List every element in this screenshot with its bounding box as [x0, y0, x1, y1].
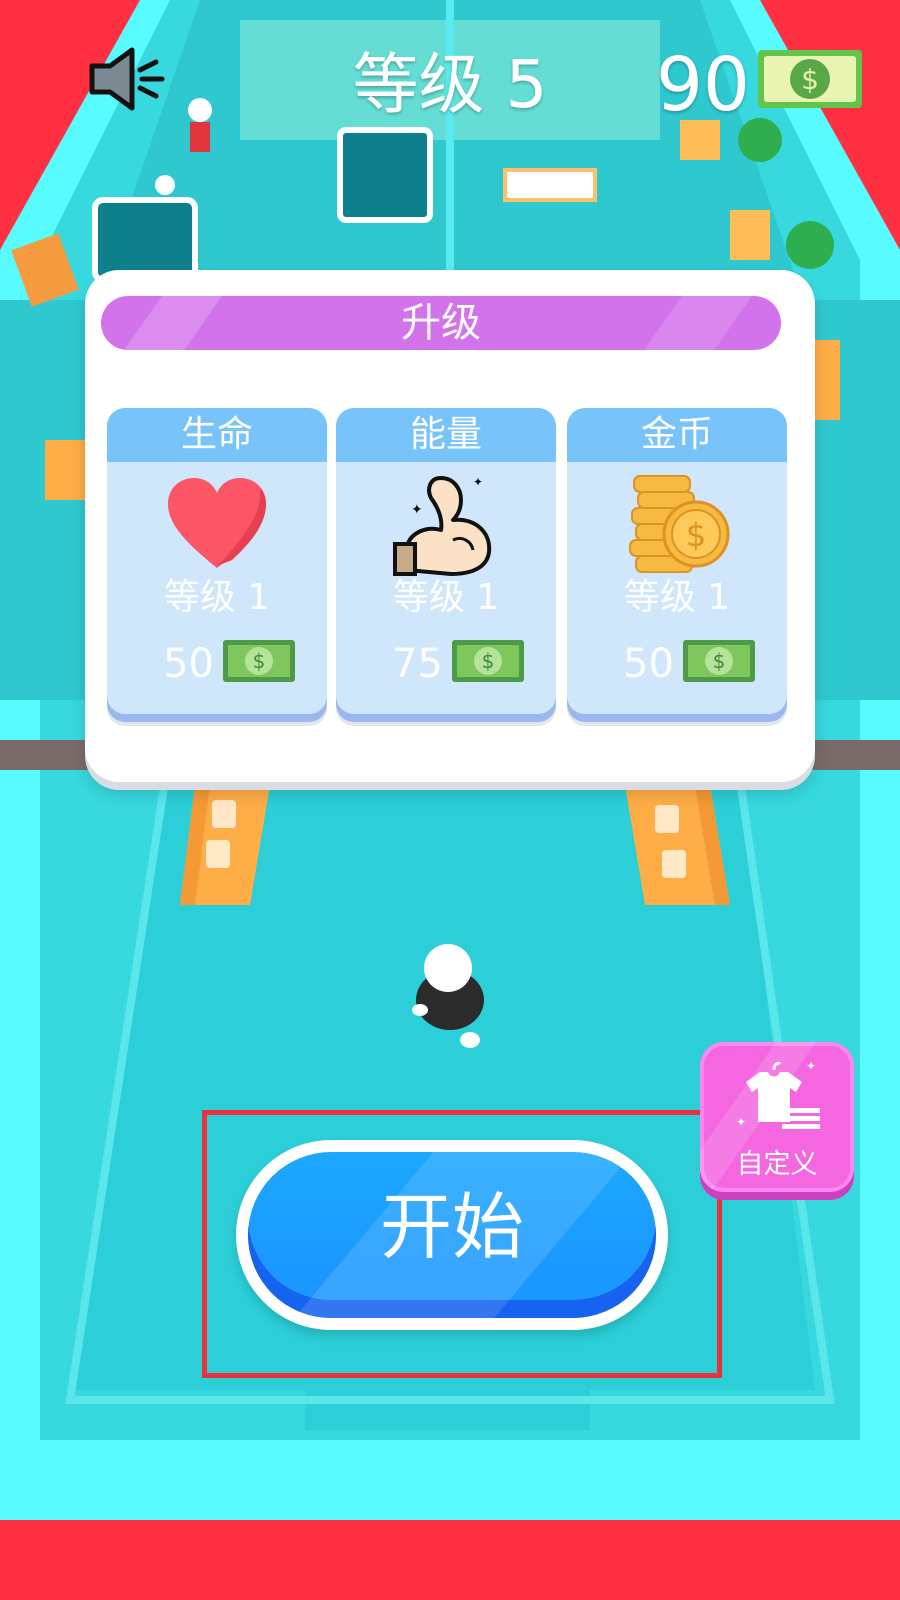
svg-text:✦: ✦ [736, 1115, 746, 1129]
svg-text:✦: ✦ [411, 502, 423, 518]
card-cost: 50 [623, 641, 674, 687]
svg-text:✦: ✦ [473, 475, 483, 489]
coin-count: 90 [655, 42, 750, 128]
card-cost: 50 [163, 641, 214, 687]
flexed-arm-icon: ✦ ✦ [391, 470, 501, 580]
card-level: 等级 1 [623, 577, 731, 618]
customize-button[interactable]: ✦ ✦ 自定义 [700, 1042, 854, 1192]
speaker-icon[interactable] [88, 44, 168, 114]
svg-text:$: $ [713, 649, 726, 673]
svg-text:$: $ [801, 63, 819, 96]
card-title: 金币 [567, 408, 787, 462]
coin-stack-icon: $ [622, 470, 732, 580]
upgrade-card-energy[interactable]: 能量 ✦ ✦ 等级 1 75 $ [336, 408, 556, 714]
cash-bill-icon: $ [223, 640, 295, 682]
start-button[interactable]: 开始 [236, 1140, 668, 1330]
start-button-face[interactable]: 开始 [248, 1152, 656, 1318]
start-button-label: 开始 [379, 1185, 524, 1269]
card-cost-row: 50 $ [567, 634, 787, 688]
svg-text:$: $ [482, 649, 495, 673]
upgrade-card-coins[interactable]: 金币 $ 等级 1 50 $ [567, 408, 787, 714]
cash-bill-icon: $ [683, 640, 755, 682]
level-title: 等级 5 [352, 46, 548, 123]
customize-label: 自定义 [736, 1149, 818, 1180]
cash-bill-icon: $ [452, 640, 524, 682]
upgrade-panel-header: 升级 [101, 296, 781, 350]
shirt-icon: ✦ ✦ [734, 1056, 824, 1136]
svg-text:$: $ [686, 516, 706, 554]
upgrade-panel: 升级 生命 等级 1 50 $ 能量 ✦ ✦ 等级 1 75 $ 金币 $ 等级… [85, 270, 815, 782]
upgrade-card-life[interactable]: 生命 等级 1 50 $ [107, 408, 327, 714]
cash-bill-icon: $ [758, 50, 862, 108]
card-cost-row: 75 $ [336, 634, 556, 688]
card-level: 等级 1 [392, 577, 500, 618]
card-title: 能量 [336, 408, 556, 462]
svg-text:✦: ✦ [806, 1059, 816, 1073]
upgrade-panel-title: 升级 [401, 300, 481, 346]
card-level: 等级 1 [163, 577, 271, 618]
game-scene [0, 0, 900, 1600]
svg-text:$: $ [253, 649, 266, 673]
card-cost: 75 [392, 641, 443, 687]
card-cost-row: 50 $ [107, 634, 327, 688]
card-title: 生命 [107, 408, 327, 462]
heart-icon [162, 470, 272, 580]
